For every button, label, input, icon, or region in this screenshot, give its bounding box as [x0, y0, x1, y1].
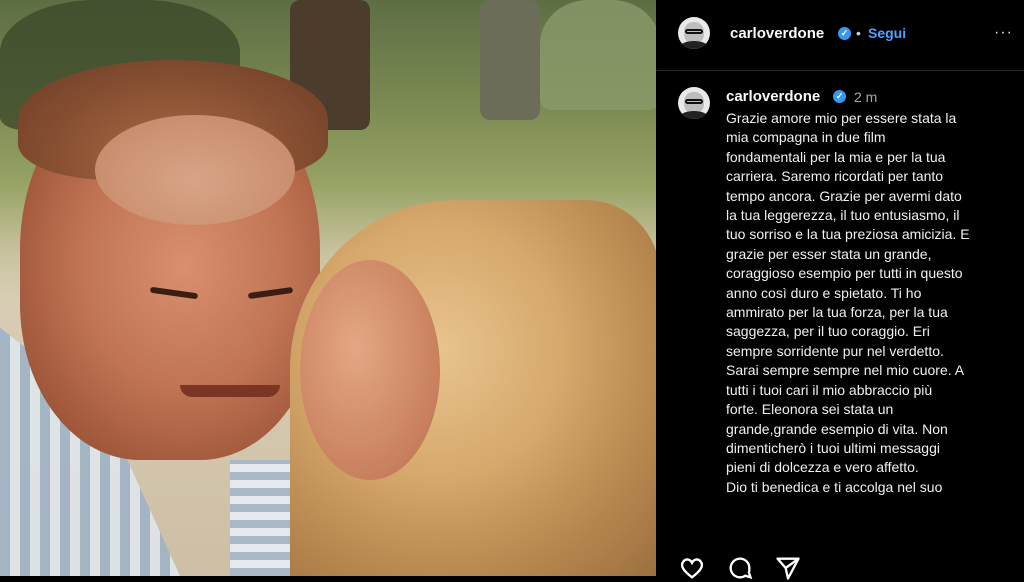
follow-button[interactable]: Segui	[868, 25, 906, 41]
caption-fade	[726, 528, 1024, 542]
more-options-icon[interactable]: ···	[994, 24, 1013, 42]
woman-face	[300, 260, 440, 480]
comment-timestamp[interactable]: 2 m	[854, 89, 877, 105]
comment-avatar[interactable]	[678, 87, 710, 119]
action-bar	[656, 546, 1024, 580]
heart-icon[interactable]	[678, 554, 706, 582]
avatar[interactable]	[678, 17, 710, 49]
avatar-shirt	[680, 111, 708, 119]
verified-badge-icon: ✓	[833, 90, 846, 103]
background-foliage	[540, 0, 656, 110]
post-caption: Grazie amore mio per essere stata la mia…	[726, 110, 970, 495]
separator-dot: •	[856, 25, 861, 41]
share-icon[interactable]	[774, 554, 802, 582]
comment-icon[interactable]	[726, 554, 754, 582]
avatar-glasses	[685, 99, 703, 104]
man-smile	[180, 385, 280, 397]
avatar-shirt	[680, 41, 708, 49]
header-username[interactable]: carloverdone	[730, 25, 824, 42]
comment-username[interactable]: carloverdone	[726, 88, 820, 105]
avatar-glasses	[685, 29, 703, 34]
tree-trunk	[480, 0, 540, 120]
post-side-panel: carloverdone ✓ • Segui ··· carloverdone …	[656, 0, 1024, 580]
man-forehead	[95, 115, 295, 225]
post-header: carloverdone ✓ • Segui ···	[656, 0, 1024, 71]
verified-badge-icon: ✓	[838, 27, 851, 40]
post-photo	[0, 0, 656, 576]
